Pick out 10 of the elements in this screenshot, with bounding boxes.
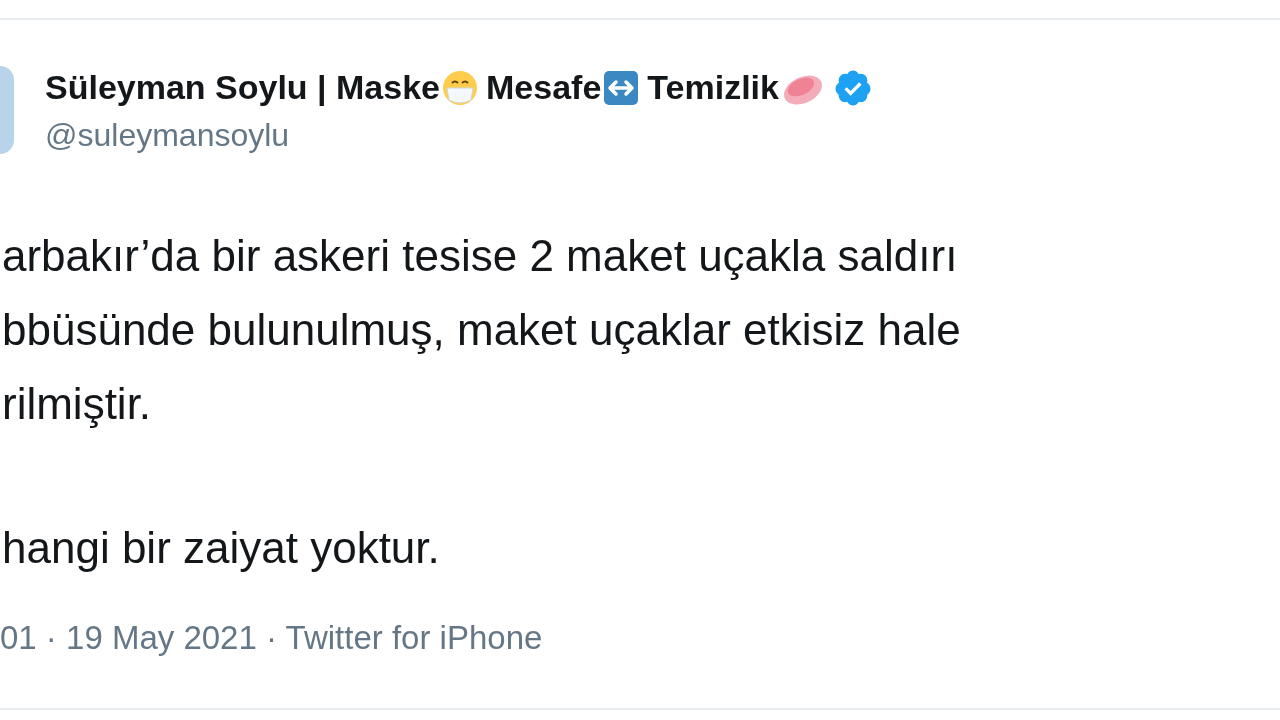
tweet-text: rilmiştir. <box>2 378 153 430</box>
author-name: Süleyman Soylu | Maske <box>45 67 440 108</box>
author-handle: @suleymansoylu <box>45 116 291 155</box>
author-name: Temizlik <box>647 67 779 108</box>
tweet-text: arbakır’da bir askeri tesise 2 maket uçakla saldırı <box>2 230 959 282</box>
mask-face-icon <box>442 69 478 106</box>
tweet-timestamp: 01 · 19 May 2021 · Twitter for iPhone <box>0 618 544 658</box>
tweet-text: hangi bir zaiyat yoktur. <box>2 522 441 574</box>
tweet-text: bbüsünde bulunulmuş, maket uçaklar etkisiz hale <box>2 304 962 356</box>
author-name: Mesafe <box>486 67 602 108</box>
